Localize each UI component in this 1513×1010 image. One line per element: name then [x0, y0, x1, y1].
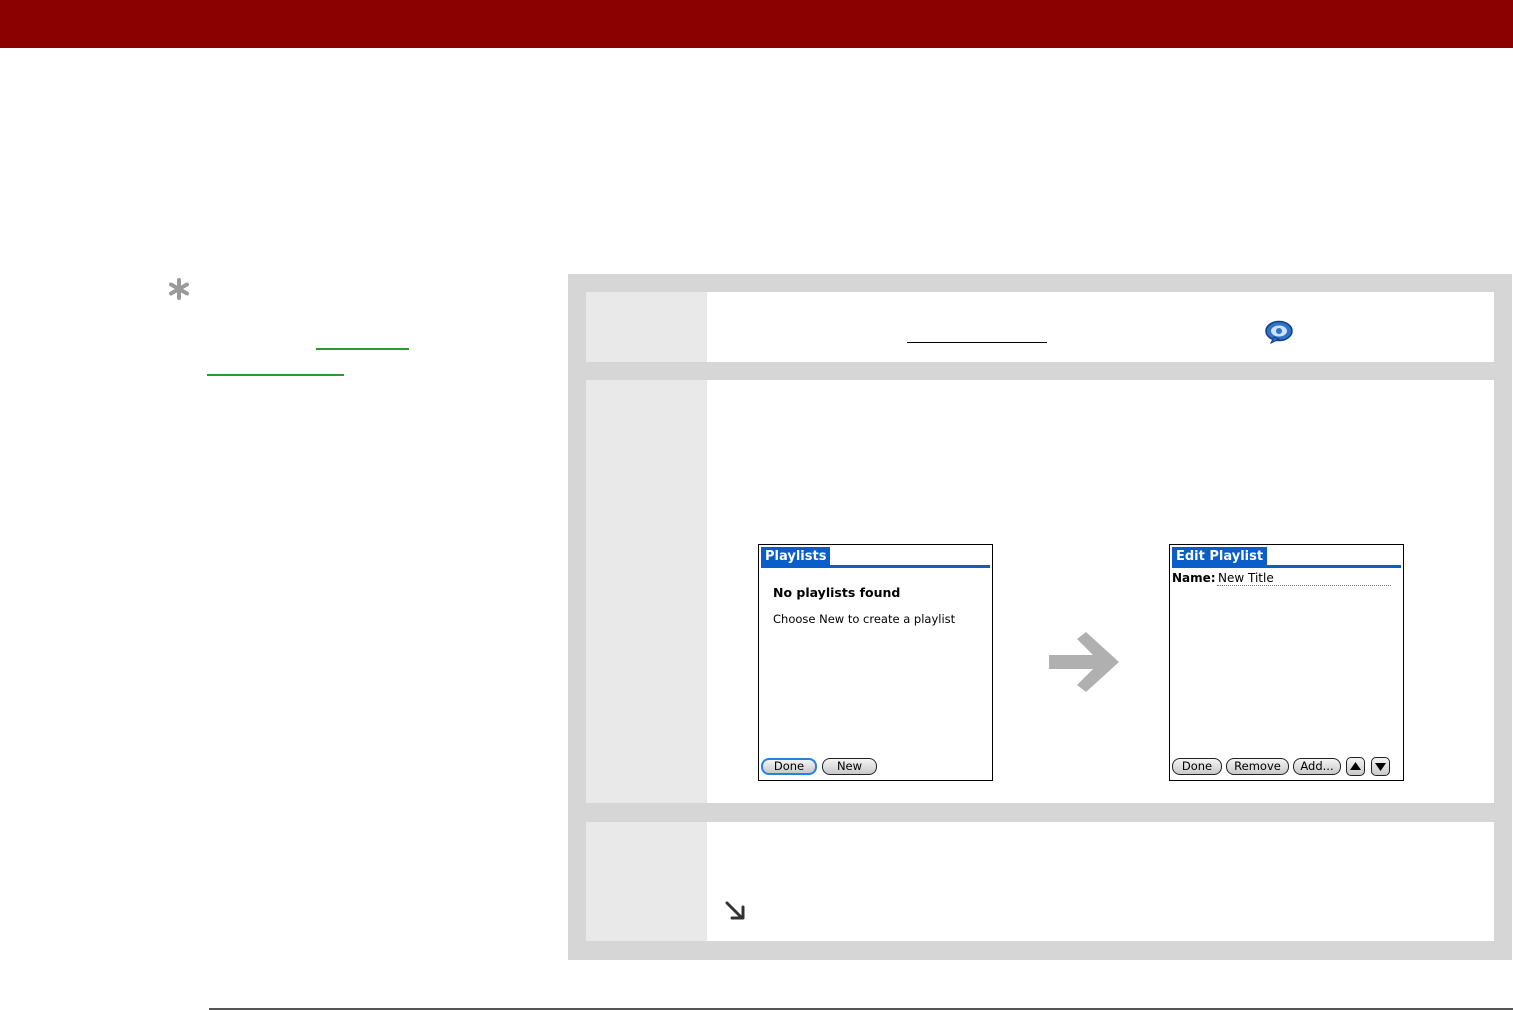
step-3-body [707, 822, 1494, 941]
screen-title: Playlists [761, 547, 831, 566]
step-2: Playlists No playlists found Choose New … [586, 380, 1494, 803]
right-arrow-icon [1049, 632, 1119, 692]
step-1-body [707, 292, 1494, 362]
step-1-link-underline[interactable] [907, 342, 1047, 343]
step-3 [586, 822, 1494, 941]
done-button[interactable]: Done [1172, 758, 1222, 775]
triangle-down-icon [1375, 763, 1386, 771]
done-button[interactable]: Done [761, 758, 817, 775]
speech-bubble-icon[interactable] [1264, 320, 1294, 344]
title-rule [761, 565, 990, 568]
add-button[interactable]: Add... [1293, 758, 1341, 775]
asterisk-icon [169, 278, 189, 300]
triangle-up-icon [1350, 762, 1361, 770]
empty-heading: No playlists found [773, 585, 901, 600]
sidebar-link-underline-continued[interactable] [207, 374, 344, 376]
header-bar [0, 0, 1513, 48]
name-field[interactable]: New Title [1218, 571, 1274, 585]
scroll-down-button[interactable] [1371, 757, 1390, 776]
remove-button[interactable]: Remove [1226, 758, 1289, 775]
down-right-arrow-icon [725, 901, 745, 920]
step-2-body: Playlists No playlists found Choose New … [707, 380, 1494, 803]
title-rule [1172, 565, 1401, 568]
step-3-number-cell [586, 822, 707, 941]
sidebar-link-underline[interactable] [316, 348, 409, 350]
empty-message: Choose New to create a playlist [773, 612, 956, 626]
playlists-screen: Playlists No playlists found Choose New … [758, 544, 993, 781]
steps-panel: Playlists No playlists found Choose New … [568, 274, 1512, 960]
edit-playlist-screen: Edit Playlist Name: New Title Done Remov… [1169, 544, 1404, 781]
new-button[interactable]: New [822, 758, 877, 775]
step-1-number-cell [586, 292, 707, 362]
step-2-number-cell [586, 380, 707, 803]
name-label: Name: [1172, 571, 1216, 585]
step-1 [586, 292, 1494, 362]
screen-title: Edit Playlist [1172, 547, 1268, 566]
name-field-underline [1217, 585, 1391, 586]
scroll-up-button[interactable] [1346, 757, 1365, 776]
